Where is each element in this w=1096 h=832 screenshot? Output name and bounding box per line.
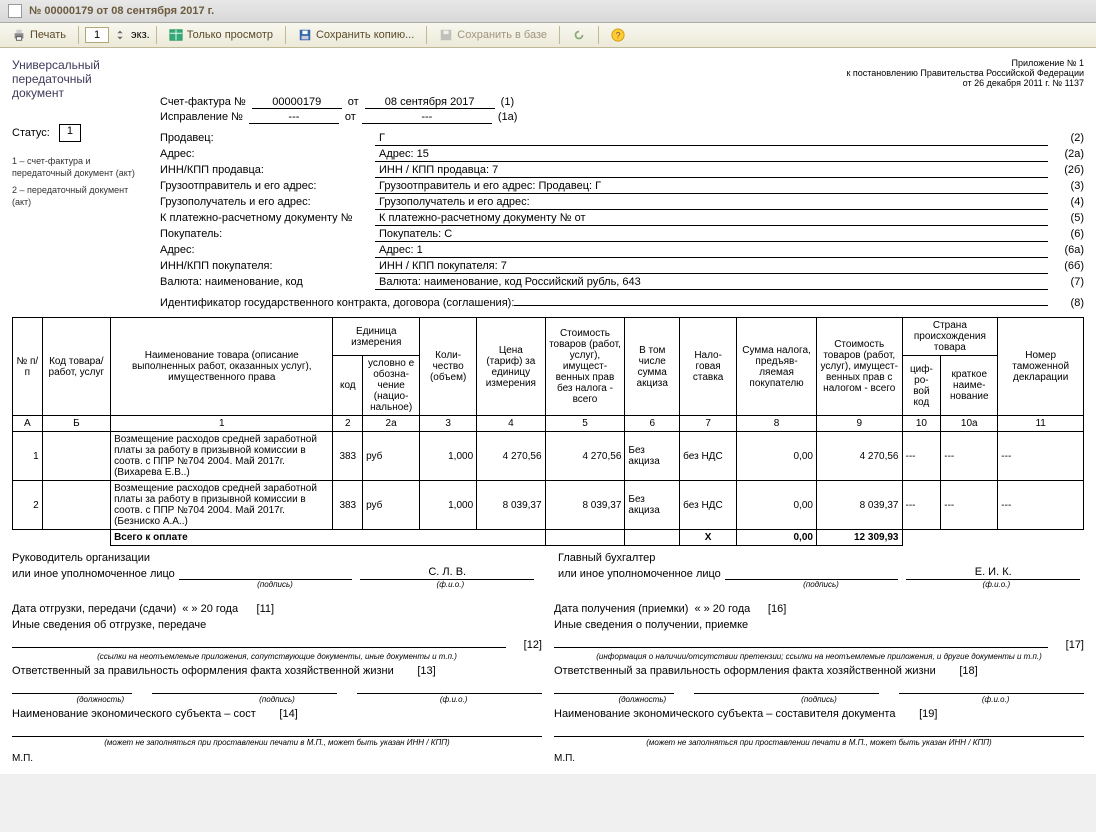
seller-value: Г xyxy=(375,132,1048,146)
copies-input[interactable] xyxy=(85,27,109,43)
col-unit: Единица измерения xyxy=(333,318,420,356)
revision-date: --- xyxy=(362,111,492,124)
shipper-value: Грузоотправитель и его адрес: Продавец: … xyxy=(375,180,1048,194)
printer-icon xyxy=(12,28,26,42)
doc-type-title: Универсальный передаточный документ xyxy=(12,58,144,100)
signatures-block: Руководитель организации или иное уполно… xyxy=(12,552,1084,589)
total-row: Всего к оплате Х 0,00 12 309,93 xyxy=(13,530,1084,546)
status-row: Статус: 1 xyxy=(12,124,144,142)
col-excise: В том числе сумма акциза xyxy=(625,318,680,416)
col-tax: Сумма налога, предъяв- ляемая покупателю xyxy=(737,318,817,416)
view-only-label: Только просмотр xyxy=(187,29,273,41)
refresh-icon xyxy=(572,28,586,42)
col-price: Цена (тариф) за единицу измерения xyxy=(477,318,545,416)
save-copy-label: Сохранить копию... xyxy=(316,29,414,41)
paydoc-label: К платежно-расчетному документу № xyxy=(160,212,375,224)
refresh-button[interactable] xyxy=(566,26,592,44)
buyer-value: Покупатель: С xyxy=(375,228,1048,242)
ekz-label: экз. xyxy=(131,29,150,41)
print-button[interactable]: Печать xyxy=(6,26,72,44)
toolbar: Печать экз. Только просмотр Сохранить ко… xyxy=(0,23,1096,48)
col-name: Наименование товара (описание выполненны… xyxy=(111,318,333,416)
header-block: Приложение № 1 к постановлению Правитель… xyxy=(152,58,1084,309)
accountant-signature xyxy=(725,566,899,580)
revision-label: Исправление № xyxy=(160,111,243,123)
app-icon xyxy=(8,4,22,18)
head-signature xyxy=(179,566,353,580)
shipper-label: Грузоотправитель и его адрес: xyxy=(160,180,375,192)
spinner-up-down-icon[interactable] xyxy=(113,28,127,42)
col-rate: Нало- говая ставка xyxy=(680,318,737,416)
diskette-icon xyxy=(298,28,312,42)
buyer-address-value: Адрес: 1 xyxy=(375,244,1048,258)
stamp-place-right: М.П. xyxy=(554,753,1084,764)
document-body: Универсальный передаточный документ Стат… xyxy=(0,48,1096,774)
col-sum: Стоимость товаров (работ, услуг), имущес… xyxy=(545,318,625,416)
help-button[interactable]: ? xyxy=(605,26,631,44)
buyer-address-label: Адрес: xyxy=(160,244,375,256)
buyer-inn-value: ИНН / КПП покупателя: 7 xyxy=(375,260,1048,274)
seller-inn-value: ИНН / КПП продавца: 7 xyxy=(375,164,1048,178)
left-sidebar: Универсальный передаточный документ Стат… xyxy=(12,58,152,309)
status-footnote-2: 2 – передаточный документ (акт) xyxy=(12,185,144,208)
currency-value: Валюта: наименование, код Российский руб… xyxy=(375,276,1048,290)
invoice-no-value: 00000179 xyxy=(252,96,342,109)
diskette-db-icon xyxy=(439,28,453,42)
contract-label: Идентификатор государственного контракта… xyxy=(160,297,514,309)
currency-label: Валюта: наименование, код xyxy=(160,276,375,288)
address-value: Адрес: 15 xyxy=(375,148,1048,162)
decree-block: Приложение № 1 к постановлению Правитель… xyxy=(160,58,1084,88)
consignee-label: Грузополучатель и его адрес: xyxy=(160,196,375,208)
save-db-label: Сохранить в базе xyxy=(457,29,547,41)
stamp-place-left: М.П. xyxy=(12,753,542,764)
paydoc-value: К платежно-расчетному документу № от xyxy=(375,212,1048,226)
table-icon xyxy=(169,28,183,42)
consignee-value: Грузополучатель и его адрес: xyxy=(375,196,1048,210)
status-label: Статус: xyxy=(12,127,50,139)
address-label: Адрес: xyxy=(160,148,375,160)
accountant-title: Главный бухгалтер xyxy=(558,552,1084,564)
buyer-label: Покупатель: xyxy=(160,228,375,240)
head-signature-title: Руководитель организации xyxy=(12,552,538,564)
invoice-date: 08 сентября 2017 xyxy=(365,96,495,109)
revision-no: --- xyxy=(249,111,339,124)
table-row: 1Возмещение расходов средней заработной … xyxy=(13,432,1084,481)
col-total: Стоимость товаров (работ, услуг), имущес… xyxy=(816,318,902,416)
col-qty: Коли- чество (объем) xyxy=(420,318,477,416)
view-only-button[interactable]: Только просмотр xyxy=(163,26,279,44)
col-decl: Номер таможенной декларации xyxy=(998,318,1084,416)
seller-label: Продавец: xyxy=(160,132,375,144)
items-table: № п/п Код товара/ работ, услуг Наименова… xyxy=(12,317,1084,546)
col-code: Код товара/ работ, услуг xyxy=(42,318,110,416)
window-title: № 00000179 от 08 сентября 2017 г. xyxy=(29,5,214,17)
help-icon: ? xyxy=(611,28,625,42)
svg-text:?: ? xyxy=(616,31,621,41)
status-footnote-1: 1 – счет-фактура и передаточный документ… xyxy=(12,156,144,179)
col-nn: № п/п xyxy=(13,318,43,416)
status-value: 1 xyxy=(59,124,81,142)
window-titlebar: № 00000179 от 08 сентября 2017 г. xyxy=(0,0,1096,23)
seller-inn-label: ИНН/КПП продавца: xyxy=(160,164,375,176)
receipt-column: Дата получения (приемки)« » 20 года[16] … xyxy=(554,599,1084,764)
save-db-button[interactable]: Сохранить в базе xyxy=(433,26,553,44)
save-copy-button[interactable]: Сохранить копию... xyxy=(292,26,420,44)
shipment-column: Дата отгрузки, передачи (сдачи)« » 20 го… xyxy=(12,599,542,764)
accountant-fio: Е. И. К. xyxy=(906,566,1080,580)
invoice-no-label: Счет-фактура № xyxy=(160,96,246,108)
footer-block: Дата отгрузки, передачи (сдачи)« » 20 го… xyxy=(12,599,1084,764)
head-fio: С. Л. В. xyxy=(360,566,534,580)
table-row: 2Возмещение расходов средней заработной … xyxy=(13,481,1084,530)
print-label: Печать xyxy=(30,29,66,41)
buyer-inn-label: ИНН/КПП покупателя: xyxy=(160,260,375,272)
col-country: Страна происхождения товара xyxy=(902,318,998,356)
